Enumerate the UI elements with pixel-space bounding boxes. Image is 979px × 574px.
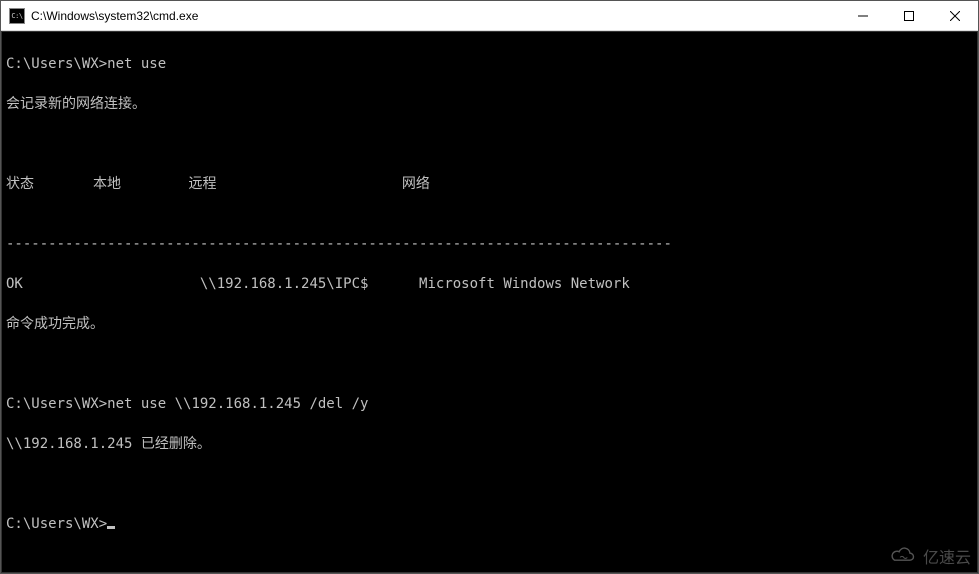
command-text: net use \\192.168.1.245 /del /y (107, 396, 368, 412)
maximize-icon (904, 11, 914, 21)
titlebar[interactable]: C:\ C:\Windows\system32\cmd.exe (1, 1, 978, 31)
terminal-line: 命令成功完成。 (6, 314, 973, 334)
prompt: C:\Users\WX> (6, 56, 107, 72)
terminal-line: C:\Users\WX>net use \\192.168.1.245 /del… (6, 394, 973, 414)
row-network: Microsoft Windows Network (419, 276, 630, 292)
terminal-line: OK \\192.168.1.245\IPC$ Microsoft Window… (6, 274, 973, 294)
window-controls (840, 1, 978, 30)
terminal-line: C:\Users\WX>net use (6, 54, 973, 74)
cmd-window: C:\ C:\Windows\system32\cmd.exe C:\Users… (0, 0, 979, 574)
col-network: 网络 (402, 176, 430, 192)
minimize-icon (858, 11, 868, 21)
minimize-button[interactable] (840, 1, 886, 30)
prompt: C:\Users\WX> (6, 396, 107, 412)
cmd-icon: C:\ (9, 8, 25, 24)
close-button[interactable] (932, 1, 978, 30)
terminal-line: 状态 本地 远程 网络 (6, 174, 973, 194)
maximize-button[interactable] (886, 1, 932, 30)
col-remote: 远程 (188, 176, 216, 192)
col-local: 本地 (93, 176, 121, 192)
prompt: C:\Users\WX> (6, 516, 107, 532)
window-title: C:\Windows\system32\cmd.exe (31, 9, 840, 23)
terminal-area[interactable]: C:\Users\WX>net use 会记录新的网络连接。 状态 本地 远程 … (1, 31, 978, 573)
terminal-separator: ----------------------------------------… (6, 234, 973, 254)
terminal-line: 会记录新的网络连接。 (6, 94, 973, 114)
command-text: net use (107, 56, 166, 72)
row-remote: \\192.168.1.245\IPC$ (200, 276, 369, 292)
terminal-line: C:\Users\WX> (6, 514, 973, 534)
terminal-line: \\192.168.1.245 已经删除。 (6, 434, 973, 454)
col-status: 状态 (6, 176, 34, 192)
close-icon (950, 11, 960, 21)
row-status: OK (6, 276, 23, 292)
cursor (107, 526, 115, 529)
